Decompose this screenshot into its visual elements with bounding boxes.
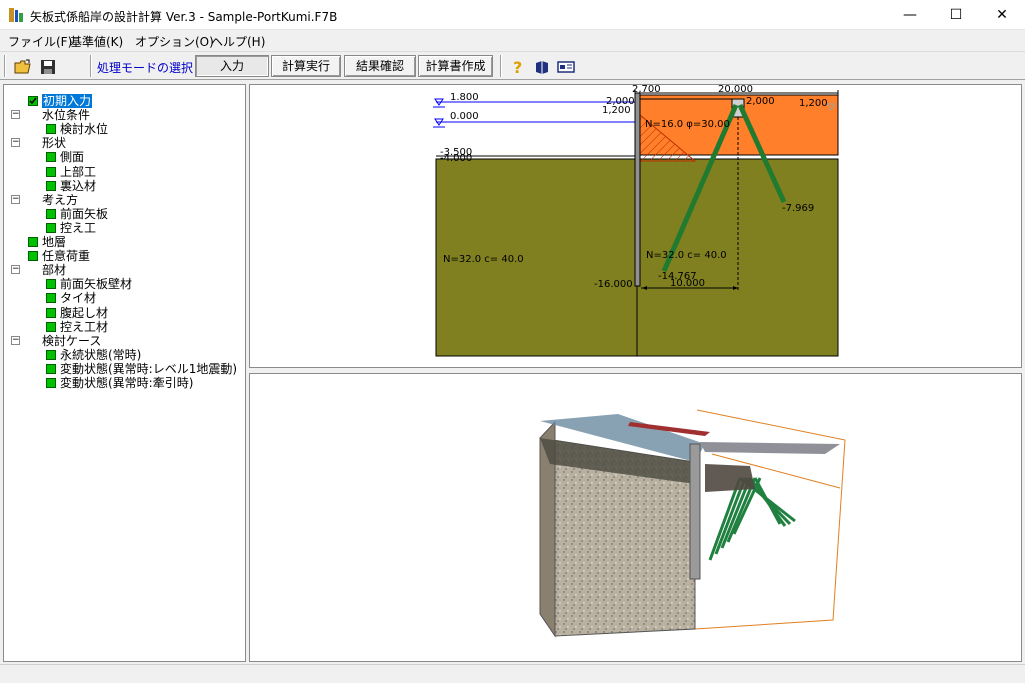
3d-model-rendering (539, 409, 846, 638)
level-16000: -16.000 (594, 279, 633, 290)
toolbar-separator (500, 55, 502, 77)
dim-right-2000: 2,000 (746, 96, 775, 107)
tree-item-label: 前面矢板 (60, 206, 109, 221)
tree-collapse-icon[interactable]: − (11, 335, 20, 345)
tree-collapse-icon[interactable]: − (11, 265, 20, 275)
tree-item-label: 部材 (42, 263, 67, 278)
tree-item-label: 初期入力 (42, 94, 93, 108)
soil-right-label: N=32.0 c= 40.0 (646, 250, 727, 261)
check-results-button[interactable]: 結果確認 (344, 55, 416, 77)
tree-item-label: 検討水位 (60, 122, 109, 137)
cross-section-view[interactable]: 2,700 20,000 2,000 1,200 2,000 1,200 1.8… (249, 84, 1022, 368)
sheet-pile-3d (689, 443, 701, 580)
help-icon[interactable]: ? (507, 56, 529, 77)
level-1800: 1.800 (450, 92, 479, 103)
status-box-icon (46, 279, 56, 290)
maximize-button[interactable]: ☐ (933, 0, 979, 30)
status-box-icon (46, 166, 56, 177)
tree-item-label: 変動状態(異常時:牽引時) (60, 376, 194, 390)
card-info-icon[interactable] (555, 56, 577, 77)
status-box-icon (46, 378, 56, 388)
status-box-icon (28, 251, 38, 262)
tree-item-label: 前面矢板壁材 (60, 277, 133, 292)
soil-upper-label: N=16.0 φ=30.00 (645, 119, 730, 130)
app-icon (9, 8, 23, 22)
status-box-icon (46, 363, 56, 374)
menu-file[interactable]: ファイル(F) (8, 33, 72, 50)
tree-item-label: 検討ケース (42, 333, 102, 348)
tree-item-label: 形状 (42, 136, 67, 151)
tree-item-label: 控え工材 (60, 319, 109, 334)
front-sheet-pile (634, 92, 641, 287)
mode-selection-label: 処理モードの選択 (97, 61, 194, 75)
status-box-icon (46, 208, 56, 219)
tree-item-label: 裏込材 (60, 178, 97, 193)
tree-item-label: 永続状態(常時) (60, 347, 142, 362)
status-box-icon (46, 349, 56, 360)
title-bar: 矢板式係船岸の設計計算 Ver.3 - Sample-PortKumi.F7B … (0, 0, 1025, 30)
dim-right-1200: 1,200 (799, 98, 828, 109)
status-box-icon (28, 237, 38, 247)
run-calculation-button[interactable]: 計算実行 (271, 55, 341, 77)
tree-item-label: タイ材 (60, 291, 97, 306)
menu-options[interactable]: オプション(O) (135, 33, 214, 50)
level-7969: -7.969 (782, 203, 814, 214)
status-box-icon (46, 293, 56, 304)
status-box-icon (46, 222, 56, 233)
save-icon[interactable] (37, 56, 59, 77)
status-box-icon (46, 180, 56, 191)
menu-bar: ファイル(F) 基準値(K) オプション(O) ヘルプ(H) (0, 30, 1025, 50)
tree-item-label: 側面 (60, 150, 85, 165)
3d-model-view[interactable] (249, 373, 1022, 662)
dim-top-right: 20,000 (718, 85, 753, 95)
level-0000: 0.000 (450, 111, 479, 122)
tree-item-label: 地層 (42, 235, 67, 249)
minimize-button[interactable]: — (887, 0, 933, 30)
dim-top-left: 2,700 (632, 85, 661, 95)
level-4000: -4.000 (440, 153, 472, 164)
status-box-icon (46, 307, 56, 318)
cross-section-drawing: 2,700 20,000 2,000 1,200 2,000 1,200 1.8… (433, 85, 839, 357)
status-bar (0, 664, 1025, 683)
toolbar-grip (4, 55, 6, 77)
tree-item-label: 変動状態(異常時:レベル1地震動) (60, 361, 238, 376)
dim-left-1200: 1,200 (602, 105, 631, 116)
toolbar: 処理モードの選択 入力 計算実行 結果確認 計算書作成 ? (0, 51, 1025, 80)
svg-text:?: ? (513, 58, 522, 76)
status-box-icon (46, 152, 56, 163)
toolbar-separator (90, 55, 92, 77)
status-box-icon (46, 124, 56, 135)
dim-10000: 10.000 (670, 278, 705, 289)
open-folder-icon[interactable] (12, 56, 34, 77)
status-box-icon (46, 321, 56, 332)
menu-standard[interactable]: 基準値(K) (70, 33, 123, 50)
window-title: 矢板式係船岸の設計計算 Ver.3 - Sample-PortKumi.F7B (30, 10, 338, 24)
tree-item-label: 控え工 (60, 220, 97, 235)
tree-item-label: 考え方 (42, 192, 79, 207)
tree-collapse-icon[interactable]: − (11, 194, 20, 204)
tree-item-label: 水位条件 (42, 108, 91, 123)
create-report-button[interactable]: 計算書作成 (418, 55, 493, 77)
tree-item-label: 腹起し材 (60, 305, 109, 320)
tree-item-label: 任意荷重 (42, 249, 91, 264)
tree-collapse-icon[interactable]: − (11, 110, 20, 120)
close-button[interactable]: ✕ (979, 0, 1025, 30)
tree-item-label: 上部工 (60, 164, 97, 179)
input-tree-panel: 初期入力 − 水位条件 検討水位 − 形状 側面 上部工 裏込材 − 考え方 前面矢板 控え工 地層 任意荷… (3, 84, 246, 662)
menu-help[interactable]: ヘルプ(H) (211, 33, 265, 50)
manual-book-icon[interactable] (531, 56, 553, 77)
soil-left-label: N=32.0 c= 40.0 (443, 254, 524, 265)
checked-box-icon (28, 96, 38, 106)
input-mode-button[interactable]: 入力 (195, 55, 269, 77)
tree-collapse-icon[interactable]: − (11, 138, 20, 148)
